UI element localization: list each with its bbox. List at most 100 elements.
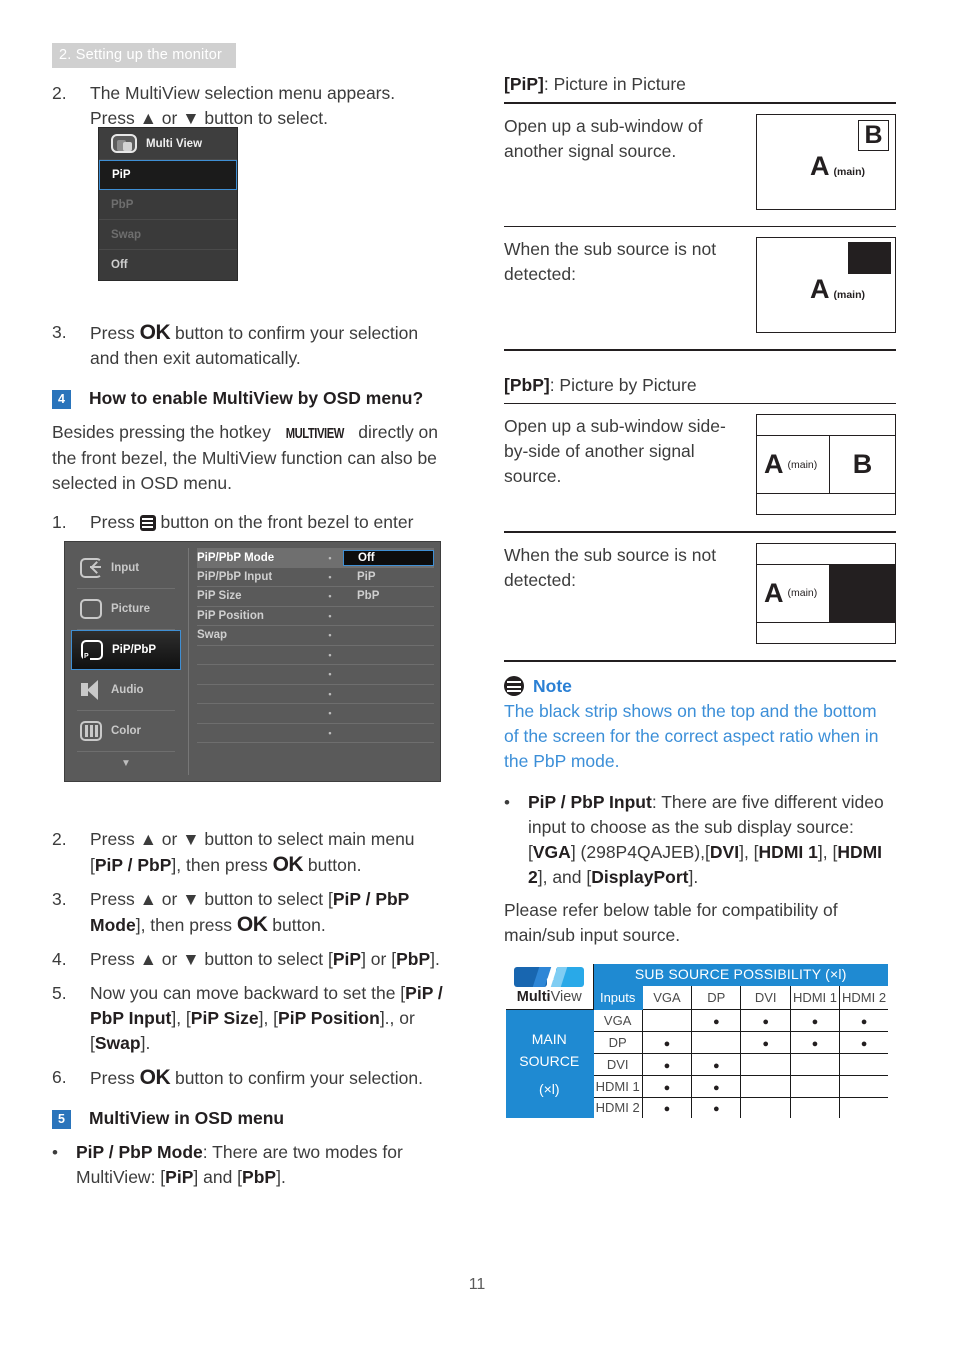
pip-main-sublabel: (main) xyxy=(833,165,866,178)
table-row-header-1: ↔ MultiView SUB SOURCE POSSIBILITY (×l) xyxy=(504,962,890,1010)
pip-title: : Picture in Picture xyxy=(543,74,686,94)
col-header-hdmi1: HDMI 1 xyxy=(789,985,841,1010)
cell-hdmi1-hdmi2 xyxy=(839,1074,890,1098)
pbp-tag: [PbP] xyxy=(504,374,550,395)
cell-hdmi2-vga xyxy=(641,1096,693,1120)
osd-multiview-popup[interactable]: Multi View PiP PbP Swap Off xyxy=(98,127,238,281)
down-arrow-icon: ▼ xyxy=(182,108,200,128)
pip-tag: [PiP] xyxy=(504,74,544,94)
row-label-hdmi2: HDMI 2 xyxy=(592,1096,643,1120)
osd-row-bullet: • xyxy=(328,708,332,719)
osd-row-value[interactable]: Off xyxy=(343,549,434,566)
sidebar-item-input[interactable]: Input xyxy=(71,548,181,588)
osd-menu-screenshot[interactable]: Input Picture PiP/PbP Audio Color ▼ xyxy=(64,541,441,782)
multiview-logo: ↔ MultiView xyxy=(506,966,593,1005)
osd-row-bullet: • xyxy=(328,552,332,563)
pbp-heading: [PbP]: Picture by Picture xyxy=(504,373,896,397)
pbp-main-half: A (main) xyxy=(757,436,830,494)
osd-row-bullet: • xyxy=(328,630,332,641)
osd-row-pip-position[interactable]: PiP Position • xyxy=(197,607,434,626)
osd-steps-list: 2. Press ▲ or ▼ button to select main me… xyxy=(52,827,452,1091)
main-source-l2: SOURCE xyxy=(519,1052,580,1069)
step2-post: button to select. xyxy=(199,108,328,128)
popup-title: Multi View xyxy=(146,137,203,150)
cell-hdmi1-hdmi1 xyxy=(789,1074,841,1098)
menu-item-swap[interactable]: Swap xyxy=(99,220,237,250)
osd-row-pip-pbp-mode[interactable]: PiP/PbP Mode • Off xyxy=(197,548,434,568)
bullet-dot: • xyxy=(52,1143,58,1162)
list-item: 3. Press OK button to confirm your selec… xyxy=(52,320,452,371)
pbp-diagram-nosub: A (main) xyxy=(756,542,896,644)
sidebar-item-label: Audio xyxy=(111,684,144,696)
swap-arrows-icon: ↔ xyxy=(544,969,557,984)
section4-pre: Besides pressing the hotkey xyxy=(52,422,276,442)
input-icon xyxy=(80,558,102,578)
osd-row-pip-size[interactable]: PiP Size • PbP xyxy=(197,587,434,607)
step-number: 6. xyxy=(52,1067,67,1087)
picture-icon xyxy=(80,599,102,619)
section-badge: 4 xyxy=(52,390,71,409)
step-text: Press ▲ or ▼ button to select [PiP] or [… xyxy=(90,949,440,969)
osd-row-bullet: • xyxy=(328,649,332,660)
cell-dvi-hdmi2 xyxy=(839,1052,890,1076)
bullet-bold: PiP / PbP Mode xyxy=(76,1142,203,1162)
sidebar-item-picture[interactable]: Picture xyxy=(71,589,181,629)
osd-row-empty: • xyxy=(197,665,434,685)
top-black-strip-area xyxy=(757,415,895,437)
cell-dvi-vga xyxy=(641,1052,693,1076)
col-header-vga: VGA xyxy=(641,985,693,1010)
osd-row-label: Swap xyxy=(197,629,228,642)
logo-bold: Multi xyxy=(516,988,551,1005)
multiview-hotkey-label: MULTIVIEW xyxy=(285,425,344,442)
sidebar-item-label: PiP/PbP xyxy=(112,644,157,656)
cell-dvi-hdmi1 xyxy=(789,1052,841,1076)
section4-body: Besides pressing the hotkey MULTIVIEW di… xyxy=(52,420,452,496)
page-number: 11 xyxy=(468,1276,486,1293)
cell-vga-dp xyxy=(691,1008,742,1032)
osd-row-pip-pbp-input[interactable]: PiP/PbP Input • PiP xyxy=(197,568,434,587)
col-header-dvi: DVI xyxy=(740,985,791,1010)
pip-main-letter: A xyxy=(810,150,830,181)
bottom-black-strip-area xyxy=(757,621,895,643)
cell-vga-vga xyxy=(641,1008,693,1032)
sidebar-item-color[interactable]: Color xyxy=(71,711,181,751)
scroll-down-icon[interactable]: ▼ xyxy=(71,752,181,769)
multiview-logo-cell: ↔ MultiView xyxy=(504,962,594,1010)
cell-dp-dp xyxy=(691,1030,742,1054)
note-title: Note xyxy=(533,675,572,696)
up-arrow-icon: ▲ xyxy=(139,889,157,909)
pip-icon xyxy=(81,640,103,660)
pbp-mid: A (main) B xyxy=(757,436,895,494)
pbp-sub-half: B xyxy=(830,436,895,493)
menu-icon xyxy=(139,515,156,531)
bullet-dot: • xyxy=(504,792,510,812)
pip-main-label-group: A (main) xyxy=(810,150,866,181)
sidebar-item-pip-pbp[interactable]: PiP/PbP xyxy=(71,630,181,670)
step-text: Now you can move backward to set the [Pi… xyxy=(90,983,443,1053)
row-label-dp: DP xyxy=(592,1030,643,1054)
menu-item-pbp[interactable]: PbP xyxy=(99,190,237,220)
list-item: 2. The MultiView selection menu appears.… xyxy=(52,81,452,131)
bullet-text: PiP / PbP Mode: There are two modes for … xyxy=(76,1140,452,1190)
step2-line1: The MultiView selection menu appears. xyxy=(90,83,396,103)
sidebar-item-audio[interactable]: Audio xyxy=(71,670,181,710)
pip-row-normal: Open up a sub-window of another signal s… xyxy=(504,104,896,220)
cell-dp-vga xyxy=(641,1030,693,1054)
note-body: The black strip shows on the top and the… xyxy=(504,700,879,771)
osd-row-swap[interactable]: Swap • xyxy=(197,626,434,646)
inputs-header: Inputs xyxy=(592,985,643,1010)
list-item: 5. Now you can move backward to set the … xyxy=(52,981,452,1056)
cell-dp-hdmi1 xyxy=(789,1030,841,1054)
pip-sub-window: B xyxy=(858,119,889,151)
cell-hdmi2-hdmi1 xyxy=(789,1096,841,1120)
cell-hdmi1-dp xyxy=(691,1074,742,1098)
cell-dp-dvi xyxy=(740,1030,791,1054)
section-title: MultiView in OSD menu xyxy=(89,1108,285,1128)
menu-item-off[interactable]: Off xyxy=(99,250,237,280)
sidebar-item-label: Input xyxy=(111,562,140,574)
sidebar-item-label: Color xyxy=(111,725,142,737)
osd-row-label: PiP Position xyxy=(197,609,264,622)
step-text: Press ▲ or ▼ button to select main menu … xyxy=(90,829,415,876)
menu-item-pip[interactable]: PiP xyxy=(99,160,237,190)
right-column: [PiP]: Picture in Picture Open up a sub-… xyxy=(504,72,896,1121)
